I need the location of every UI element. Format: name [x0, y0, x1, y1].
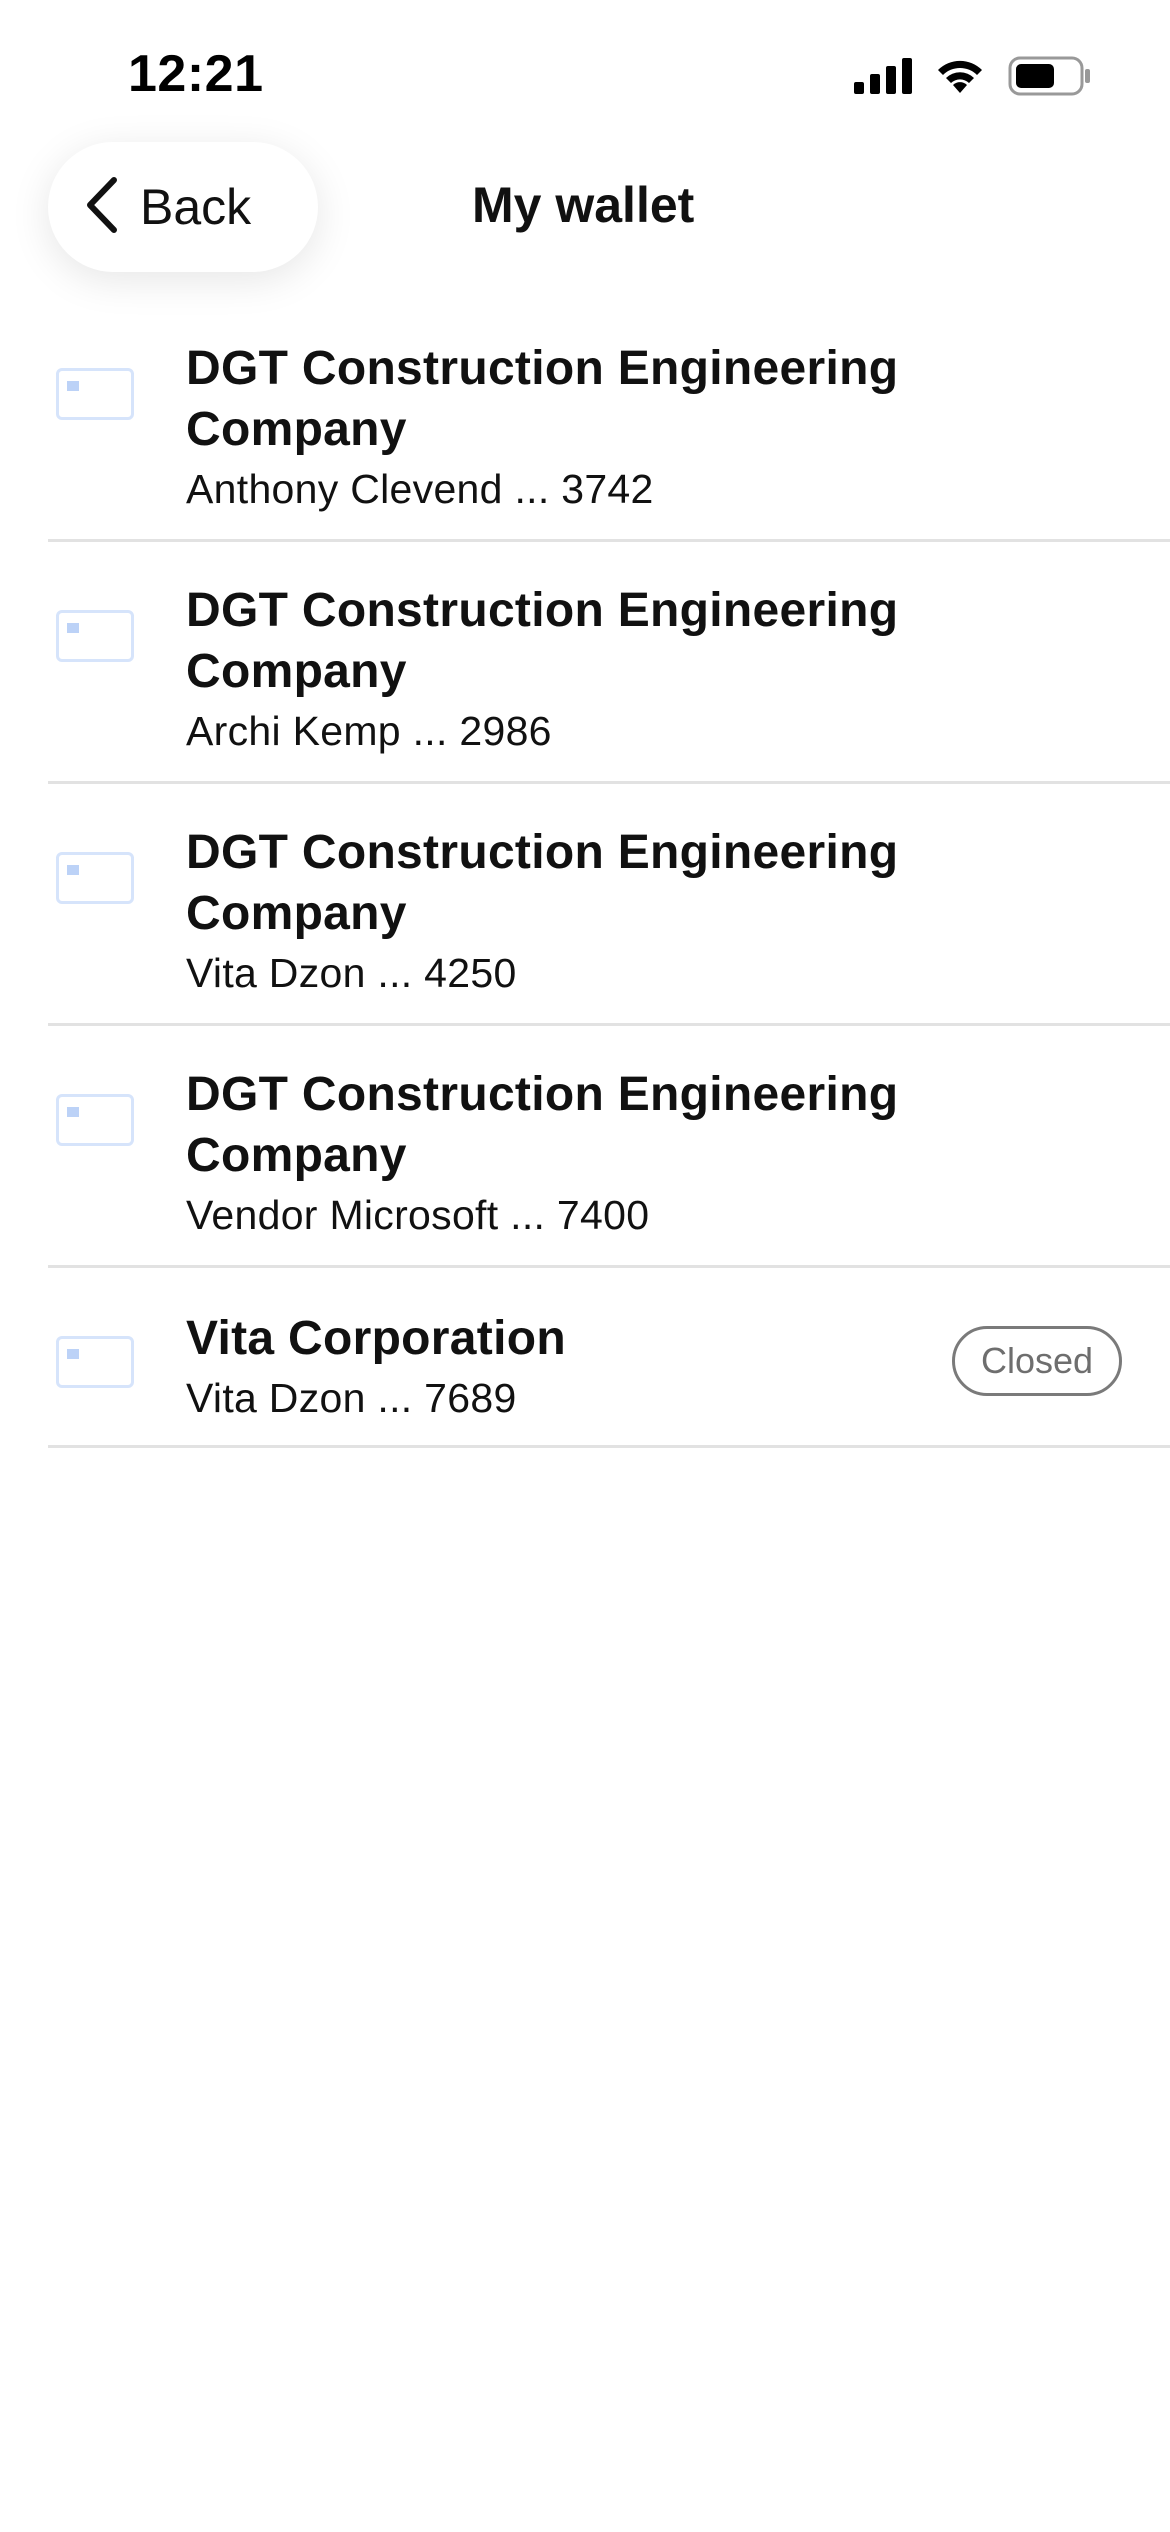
card-row[interactable]: DGT Construction Engineering Company Ven…: [48, 1026, 1170, 1268]
card-list: DGT Construction Engineering Company Ant…: [48, 300, 1170, 1448]
chevron-left-icon: [84, 176, 120, 239]
page-title: My wallet: [472, 177, 695, 233]
cellular-signal-icon: [854, 58, 912, 99]
status-badge: Closed: [952, 1326, 1122, 1396]
card-company: DGT Construction Engineering Company: [186, 584, 899, 698]
battery-icon: [1008, 56, 1092, 101]
card-holder: Anthony Clevend ... 3742: [186, 466, 654, 512]
card-icon: [56, 368, 134, 420]
wifi-icon: [934, 57, 986, 100]
card-holder: Vita Dzon ... 4250: [186, 950, 517, 996]
card-row[interactable]: DGT Construction Engineering Company Arc…: [48, 542, 1170, 784]
back-label: Back: [140, 179, 252, 235]
card-company: DGT Construction Engineering Company: [186, 826, 899, 940]
card-icon: [56, 1336, 134, 1388]
card-company: DGT Construction Engineering Company: [186, 342, 899, 456]
card-icon: [56, 1094, 134, 1146]
card-row[interactable]: DGT Construction Engineering Company Ant…: [48, 300, 1170, 542]
card-row[interactable]: DGT Construction Engineering Company Vit…: [48, 784, 1170, 1026]
card-icon: [56, 852, 134, 904]
back-button[interactable]: Back: [48, 142, 318, 272]
status-bar: 12:21: [0, 0, 1170, 140]
status-icons: [854, 56, 1092, 101]
card-holder: Archi Kemp ... 2986: [186, 708, 552, 754]
card-holder: Vita Dzon ... 7689: [186, 1375, 517, 1421]
card-icon: [56, 610, 134, 662]
card-company: Vita Corporation: [186, 1312, 566, 1365]
card-row[interactable]: Vita Corporation Vita Dzon ... 7689 Clos…: [48, 1268, 1170, 1448]
status-time: 12:21: [128, 45, 264, 103]
card-holder: Vendor Microsoft ... 7400: [186, 1192, 650, 1238]
card-company: DGT Construction Engineering Company: [186, 1068, 899, 1182]
